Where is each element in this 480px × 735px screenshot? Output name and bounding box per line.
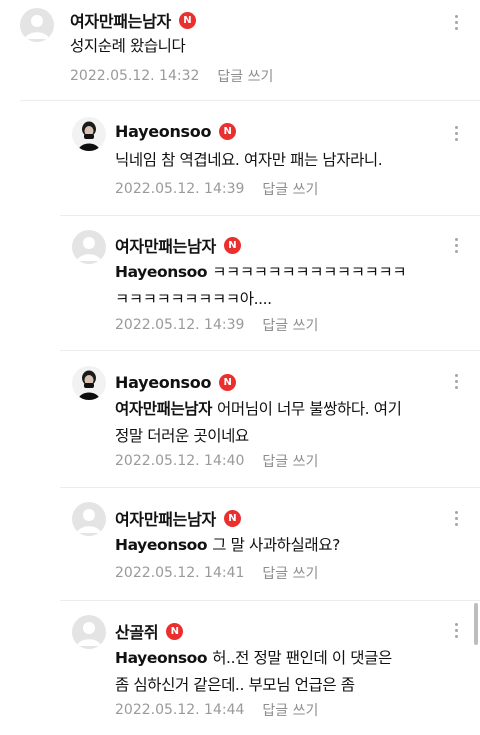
naver-badge-icon: N: [178, 11, 196, 29]
mention-tag[interactable]: Hayeonsoo: [115, 649, 208, 667]
mention-tag[interactable]: Hayeonsoo: [115, 263, 208, 281]
comment-text-line2: 좀 심하신거 같은데.. 부모님 언급은 좀: [115, 676, 355, 694]
more-options-icon[interactable]: [446, 506, 466, 530]
more-options-icon[interactable]: [446, 369, 466, 393]
profile-photo-icon[interactable]: [72, 117, 106, 151]
comment-text: 어머님이 너무 불쌍하다. 여기: [217, 400, 402, 418]
comment-text-line2: 정말 더러운 곳이네요: [115, 427, 249, 445]
comment-date: 2022.05.12. 14:32: [70, 68, 200, 84]
mention-tag[interactable]: 여자만패는남자: [115, 400, 212, 418]
reply-button[interactable]: 답글 쓰기: [262, 451, 318, 471]
comment-date: 2022.05.12. 14:44: [115, 702, 245, 718]
comment-text: 성지순례 왔습니다: [70, 37, 186, 55]
naver-badge-icon: N: [219, 373, 237, 391]
reply-button[interactable]: 답글 쓰기: [262, 563, 318, 583]
reply-button[interactable]: 답글 쓰기: [217, 66, 273, 86]
divider: [60, 350, 480, 351]
reply-button[interactable]: 답글 쓰기: [262, 315, 318, 335]
comment-author[interactable]: 산골쥐: [115, 619, 159, 643]
reply-button[interactable]: 답글 쓰기: [262, 700, 318, 720]
comment-date: 2022.05.12. 14:40: [115, 453, 245, 469]
divider: [60, 215, 480, 216]
comment-author[interactable]: 여자만패는남자: [70, 8, 171, 32]
comment-author[interactable]: Hayeonsoo: [115, 122, 211, 141]
comment-text: 그 말 사과하실래요?: [212, 536, 340, 554]
more-options-icon[interactable]: [446, 618, 466, 642]
default-avatar-icon[interactable]: [72, 502, 106, 536]
divider: [60, 600, 480, 601]
profile-photo-icon[interactable]: [72, 366, 106, 400]
more-options-icon[interactable]: [446, 233, 466, 257]
naver-badge-icon: N: [223, 236, 241, 254]
mention-tag[interactable]: Hayeonsoo: [115, 536, 208, 554]
naver-badge-icon: N: [219, 122, 237, 140]
comment-date: 2022.05.12. 14:41: [115, 565, 245, 581]
default-avatar-icon[interactable]: [72, 230, 106, 264]
scrollbar[interactable]: [474, 603, 478, 645]
comment-author[interactable]: 여자만패는남자: [115, 506, 216, 530]
reply-button[interactable]: 답글 쓰기: [262, 179, 318, 199]
divider: [20, 100, 480, 101]
more-options-icon[interactable]: [446, 10, 466, 34]
more-options-icon[interactable]: [446, 121, 466, 145]
comment-author[interactable]: 여자만패는남자: [115, 233, 216, 257]
comment-text: 닉네임 참 역겹네요. 여자만 패는 남자라니.: [115, 151, 383, 169]
comment-author[interactable]: Hayeonsoo: [115, 373, 211, 392]
comment-date: 2022.05.12. 14:39: [115, 181, 245, 197]
naver-badge-icon: N: [223, 509, 241, 527]
divider: [60, 487, 480, 488]
comment-text-line2: ㅋㅋㅋㅋㅋㅋㅋㅋㅋ아....: [115, 290, 272, 308]
comment-text: ㅋㅋㅋㅋㅋㅋㅋㅋㅋㅋㅋㅋㅋㅋ: [212, 263, 407, 281]
comment-text: 허..전 정말 팬인데 이 댓글은: [212, 649, 392, 667]
comment-date: 2022.05.12. 14:39: [115, 317, 245, 333]
naver-badge-icon: N: [166, 622, 184, 640]
default-avatar-icon[interactable]: [20, 8, 54, 42]
default-avatar-icon[interactable]: [72, 615, 106, 649]
